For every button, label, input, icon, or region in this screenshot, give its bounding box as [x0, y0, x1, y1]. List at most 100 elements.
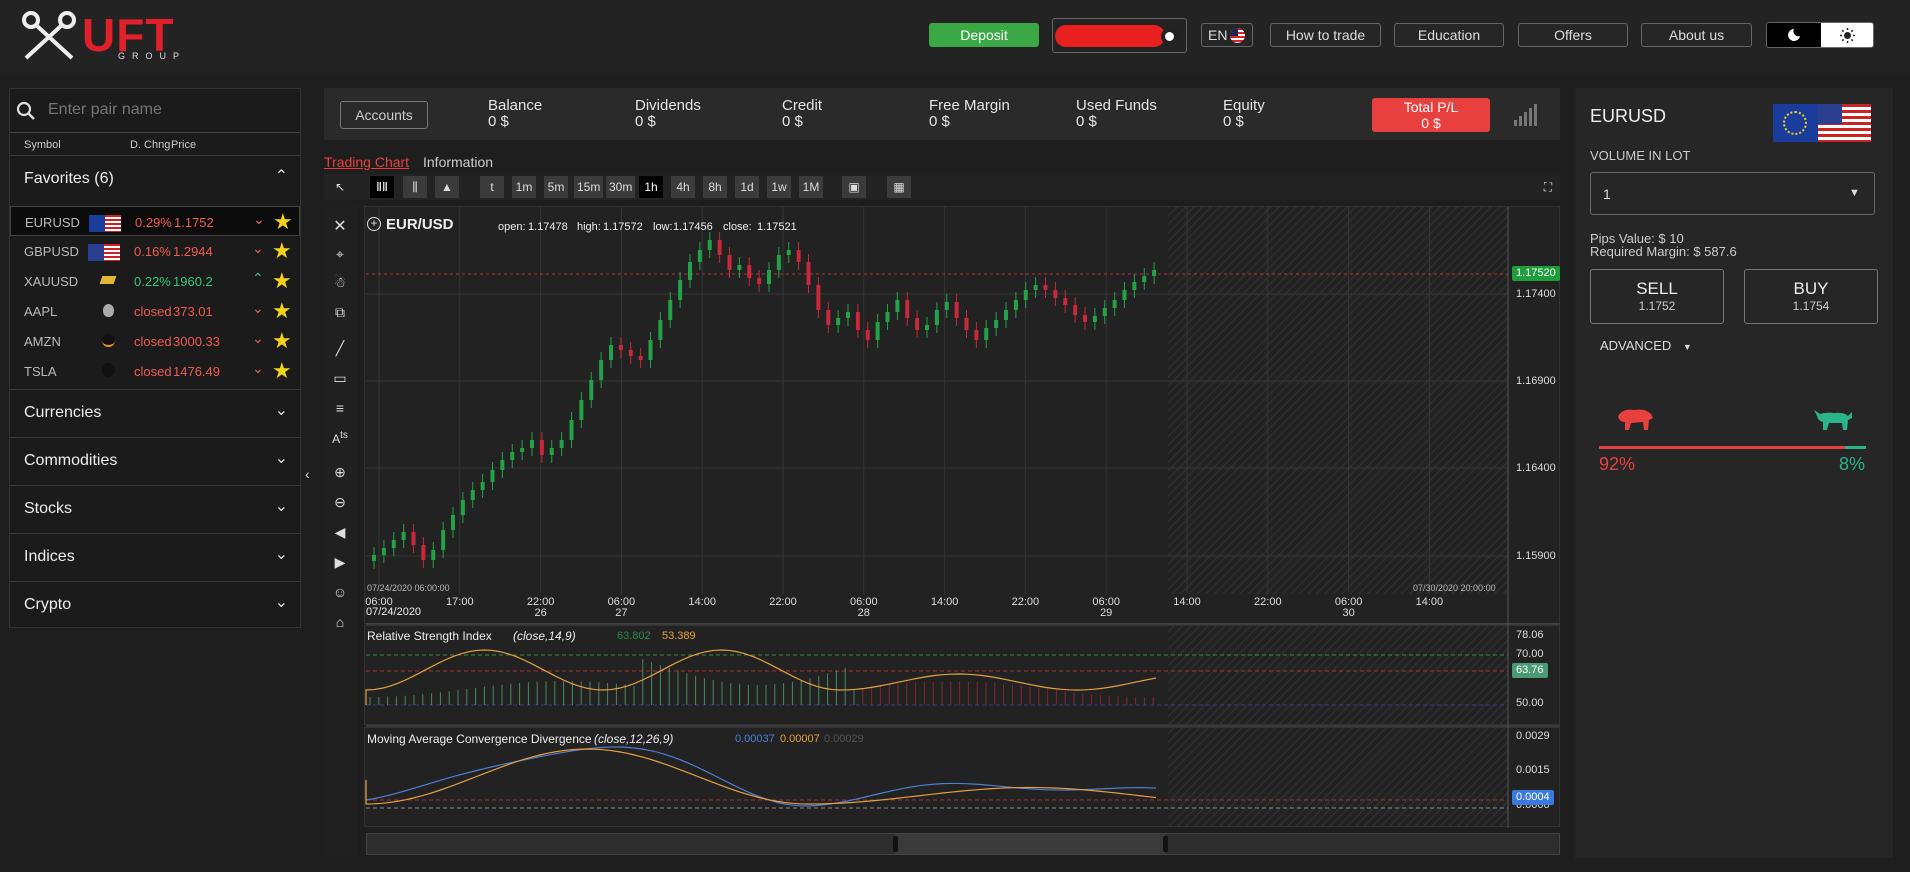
order-panel: EURUSD VOLUME IN LOT 1 ▼ Pips Value: $ 1… — [1575, 88, 1893, 858]
x-tick: 06:00 — [365, 596, 393, 608]
candle-body — [786, 250, 791, 255]
candle-body — [490, 470, 495, 482]
candle-body — [1043, 285, 1048, 290]
candle-body — [599, 360, 604, 380]
x-tick: 22:00 — [1011, 596, 1040, 608]
x-tick: 14:00 — [688, 596, 716, 608]
candle-body — [569, 420, 574, 440]
candle-body — [737, 265, 742, 270]
y-tick: 1.15900 — [1516, 550, 1556, 562]
macd-title: Moving Average Convergence Divergence — [367, 732, 592, 746]
candle-body — [925, 325, 929, 330]
order-symbol: EURUSD — [1590, 106, 1667, 126]
candle-body — [796, 250, 801, 262]
macd-last-tag: 0.0004 — [1512, 790, 1554, 805]
candle-body — [826, 310, 831, 325]
macd-tick: 0.0015 — [1516, 764, 1550, 776]
candle-body — [717, 240, 722, 255]
future-region — [1168, 728, 1508, 826]
candle-body — [648, 340, 653, 360]
candle-body — [727, 255, 732, 270]
candle-body — [441, 530, 446, 550]
candle-body — [451, 515, 455, 530]
ohlc-open: 1.17478 — [528, 221, 568, 233]
candle-body — [1102, 308, 1107, 316]
candle-body — [974, 330, 979, 340]
candle-body — [895, 300, 900, 312]
macd-tick: 0.0029 — [1516, 730, 1550, 742]
us-flag-icon — [1818, 104, 1871, 142]
rsi-value-2: 53.389 — [662, 630, 696, 642]
x-tick: 22:00 26 — [526, 596, 555, 619]
candle-body — [658, 320, 663, 340]
candle-body — [806, 262, 811, 285]
candle-body — [984, 328, 989, 340]
buy-price: 1.1754 — [1792, 299, 1830, 313]
candle-body — [964, 318, 969, 330]
sentiment-bar — [1599, 446, 1866, 449]
candle-body — [697, 250, 702, 262]
rsi-last-tag: 63.76 — [1512, 663, 1548, 678]
bear-percent: 92% — [1599, 454, 1636, 474]
add-symbol-icon[interactable]: + — [367, 217, 381, 231]
candle-body — [855, 312, 860, 330]
candle-body — [372, 555, 376, 561]
candle-body — [589, 380, 594, 400]
caret-down-icon: ▼ — [1849, 187, 1860, 199]
sell-button[interactable]: SELL 1.1752 — [1590, 269, 1724, 324]
rsi-tick: 78.06 — [1516, 629, 1544, 641]
candle-body — [1004, 310, 1008, 320]
y-tick: 1.16900 — [1516, 375, 1556, 387]
macd-params: (close,12,26,9) — [594, 732, 674, 746]
navigator-handle-left[interactable] — [893, 836, 898, 852]
candle-body — [520, 448, 525, 452]
ohlc-high-label: high: — [577, 221, 601, 233]
bull-icon — [1814, 410, 1852, 430]
future-region — [1168, 207, 1508, 594]
macd-value-3: 0.00029 — [824, 733, 864, 745]
candle-body — [865, 330, 870, 340]
candle-body — [391, 540, 396, 548]
y-tick: 1.17400 — [1516, 288, 1556, 300]
future-region — [1168, 626, 1508, 724]
candle-body — [1122, 290, 1127, 300]
candle-body — [846, 312, 850, 318]
candle-body — [628, 350, 633, 356]
candle-body — [1142, 276, 1147, 282]
candle-body — [767, 270, 771, 284]
volume-select[interactable]: 1 ▼ — [1590, 172, 1875, 215]
advanced-toggle[interactable]: ADVANCED ▼ — [1600, 338, 1692, 353]
candle-body — [875, 322, 880, 340]
y-tick: 1.16400 — [1516, 462, 1556, 474]
last-price-tag: 1.17520 — [1512, 266, 1560, 281]
candle-body — [934, 310, 939, 325]
start-time-label: 07/24/2020 06:00:00 — [367, 583, 450, 593]
volume-value: 1 — [1603, 186, 1611, 202]
x-tick: 06:00 29 — [1092, 596, 1120, 619]
required-margin: Required Margin: $ 587.6 — [1590, 244, 1737, 259]
candle-body — [747, 265, 752, 278]
eu-flag-icon — [1773, 104, 1818, 142]
candle-body — [688, 262, 692, 280]
x-tick: 06:00 30 — [1334, 596, 1363, 619]
candle-body — [381, 548, 386, 555]
candle-body — [549, 448, 554, 455]
candle-body — [905, 300, 910, 318]
candle-body — [421, 545, 426, 560]
chart-navigator[interactable] — [366, 833, 1560, 855]
rsi-tick: 70.00 — [1516, 648, 1544, 660]
candle-body — [609, 345, 613, 360]
navigator-window[interactable] — [895, 834, 1165, 854]
candle-body — [836, 318, 841, 325]
x-tick: 14:00 — [1415, 596, 1444, 608]
candle-body — [638, 356, 643, 360]
macd-value-1: 0.00037 — [735, 733, 775, 745]
candle-body — [1073, 305, 1078, 315]
buy-button[interactable]: BUY 1.1754 — [1744, 269, 1878, 324]
candle-body — [1092, 316, 1097, 322]
candle-body — [510, 452, 515, 460]
bull-percent: 8% — [1839, 454, 1866, 474]
x-tick: 06:00 28 — [850, 596, 878, 619]
macd-value-2: 0.00007 — [780, 733, 820, 745]
navigator-handle-right[interactable] — [1163, 836, 1168, 852]
